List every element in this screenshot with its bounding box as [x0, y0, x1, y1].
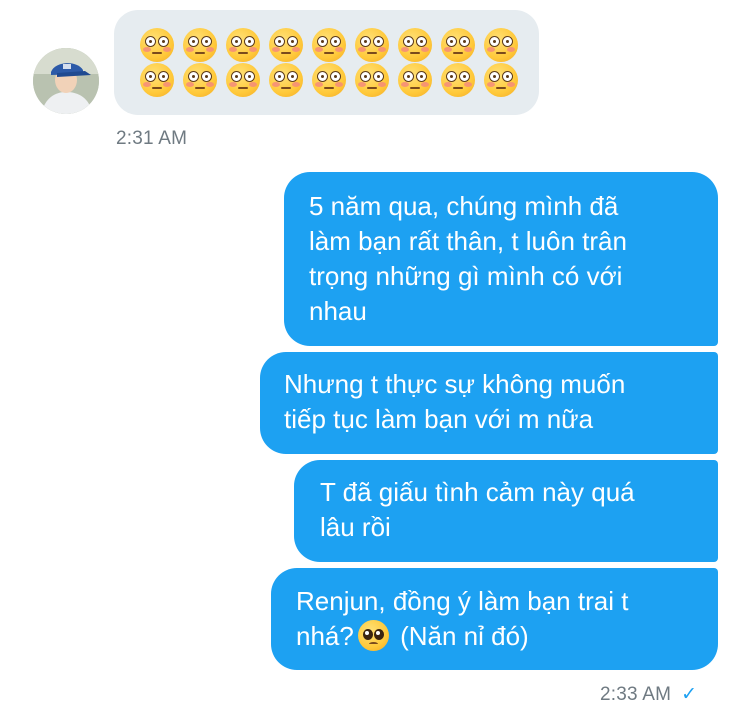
incoming-message-bubble[interactable] — [114, 10, 539, 115]
message-text-line: tiếp tục làm bạn với m nữa — [284, 404, 594, 434]
pleading-face-icon — [357, 620, 389, 651]
incoming-timestamp: 2:31 AM — [116, 128, 188, 149]
outgoing-timestamp: 2:33 AM ✓ — [600, 683, 697, 706]
message-text-line: Renjun, đồng ý làm bạn trai t — [296, 586, 629, 616]
flushed-face-icon — [484, 63, 518, 97]
flushed-face-icon — [269, 28, 303, 62]
message-text-line: nhau — [309, 296, 367, 326]
message-text-line: nhá? (Năn nỉ đó) — [296, 619, 696, 654]
read-receipt-check-icon: ✓ — [681, 684, 698, 705]
flushed-face-icon — [226, 63, 260, 97]
emoji-row — [140, 63, 518, 97]
outgoing-message-bubble[interactable]: Nhưng t thực sự không muốn tiếp tục làm … — [260, 352, 718, 454]
flushed-face-icon — [140, 28, 174, 62]
flushed-face-icon — [441, 63, 475, 97]
outgoing-message-bubble[interactable]: Renjun, đồng ý làm bạn trai t nhá? (Năn … — [271, 568, 718, 670]
outgoing-message-bubble[interactable]: 5 năm qua, chúng mình đã làm bạn rất thâ… — [284, 172, 718, 346]
flushed-face-icon — [140, 63, 174, 97]
message-text-line: trọng những gì mình có với — [309, 261, 623, 291]
message-text-line: T đã giấu tình cảm này quá — [320, 477, 635, 507]
outgoing-message-bubble[interactable]: T đã giấu tình cảm này quá lâu rồi — [294, 460, 718, 562]
flushed-face-icon — [355, 28, 389, 62]
flushed-face-icon — [398, 63, 432, 97]
emoji-row — [140, 28, 518, 62]
flushed-face-icon — [183, 63, 217, 97]
message-text-line: Nhưng t thực sự không muốn — [284, 369, 626, 399]
flushed-face-icon — [441, 28, 475, 62]
timestamp-text: 2:33 AM — [600, 684, 672, 705]
flushed-face-icon — [355, 63, 389, 97]
avatar-photo — [33, 48, 99, 114]
flushed-face-icon — [312, 28, 346, 62]
message-text-segment: nhá? — [296, 621, 354, 651]
flushed-face-icon — [183, 28, 217, 62]
flushed-face-icon — [226, 28, 260, 62]
message-text-segment: (Năn nỉ đó) — [400, 621, 529, 651]
message-text-line: lâu rồi — [320, 512, 391, 542]
contact-avatar[interactable] — [33, 48, 99, 114]
message-text-line: làm bạn rất thân, t luôn trân — [309, 226, 627, 256]
flushed-face-icon — [269, 63, 303, 97]
flushed-face-icon — [484, 28, 518, 62]
message-text-line: 5 năm qua, chúng mình đã — [309, 191, 619, 221]
flushed-face-icon — [398, 28, 432, 62]
flushed-face-icon — [312, 63, 346, 97]
